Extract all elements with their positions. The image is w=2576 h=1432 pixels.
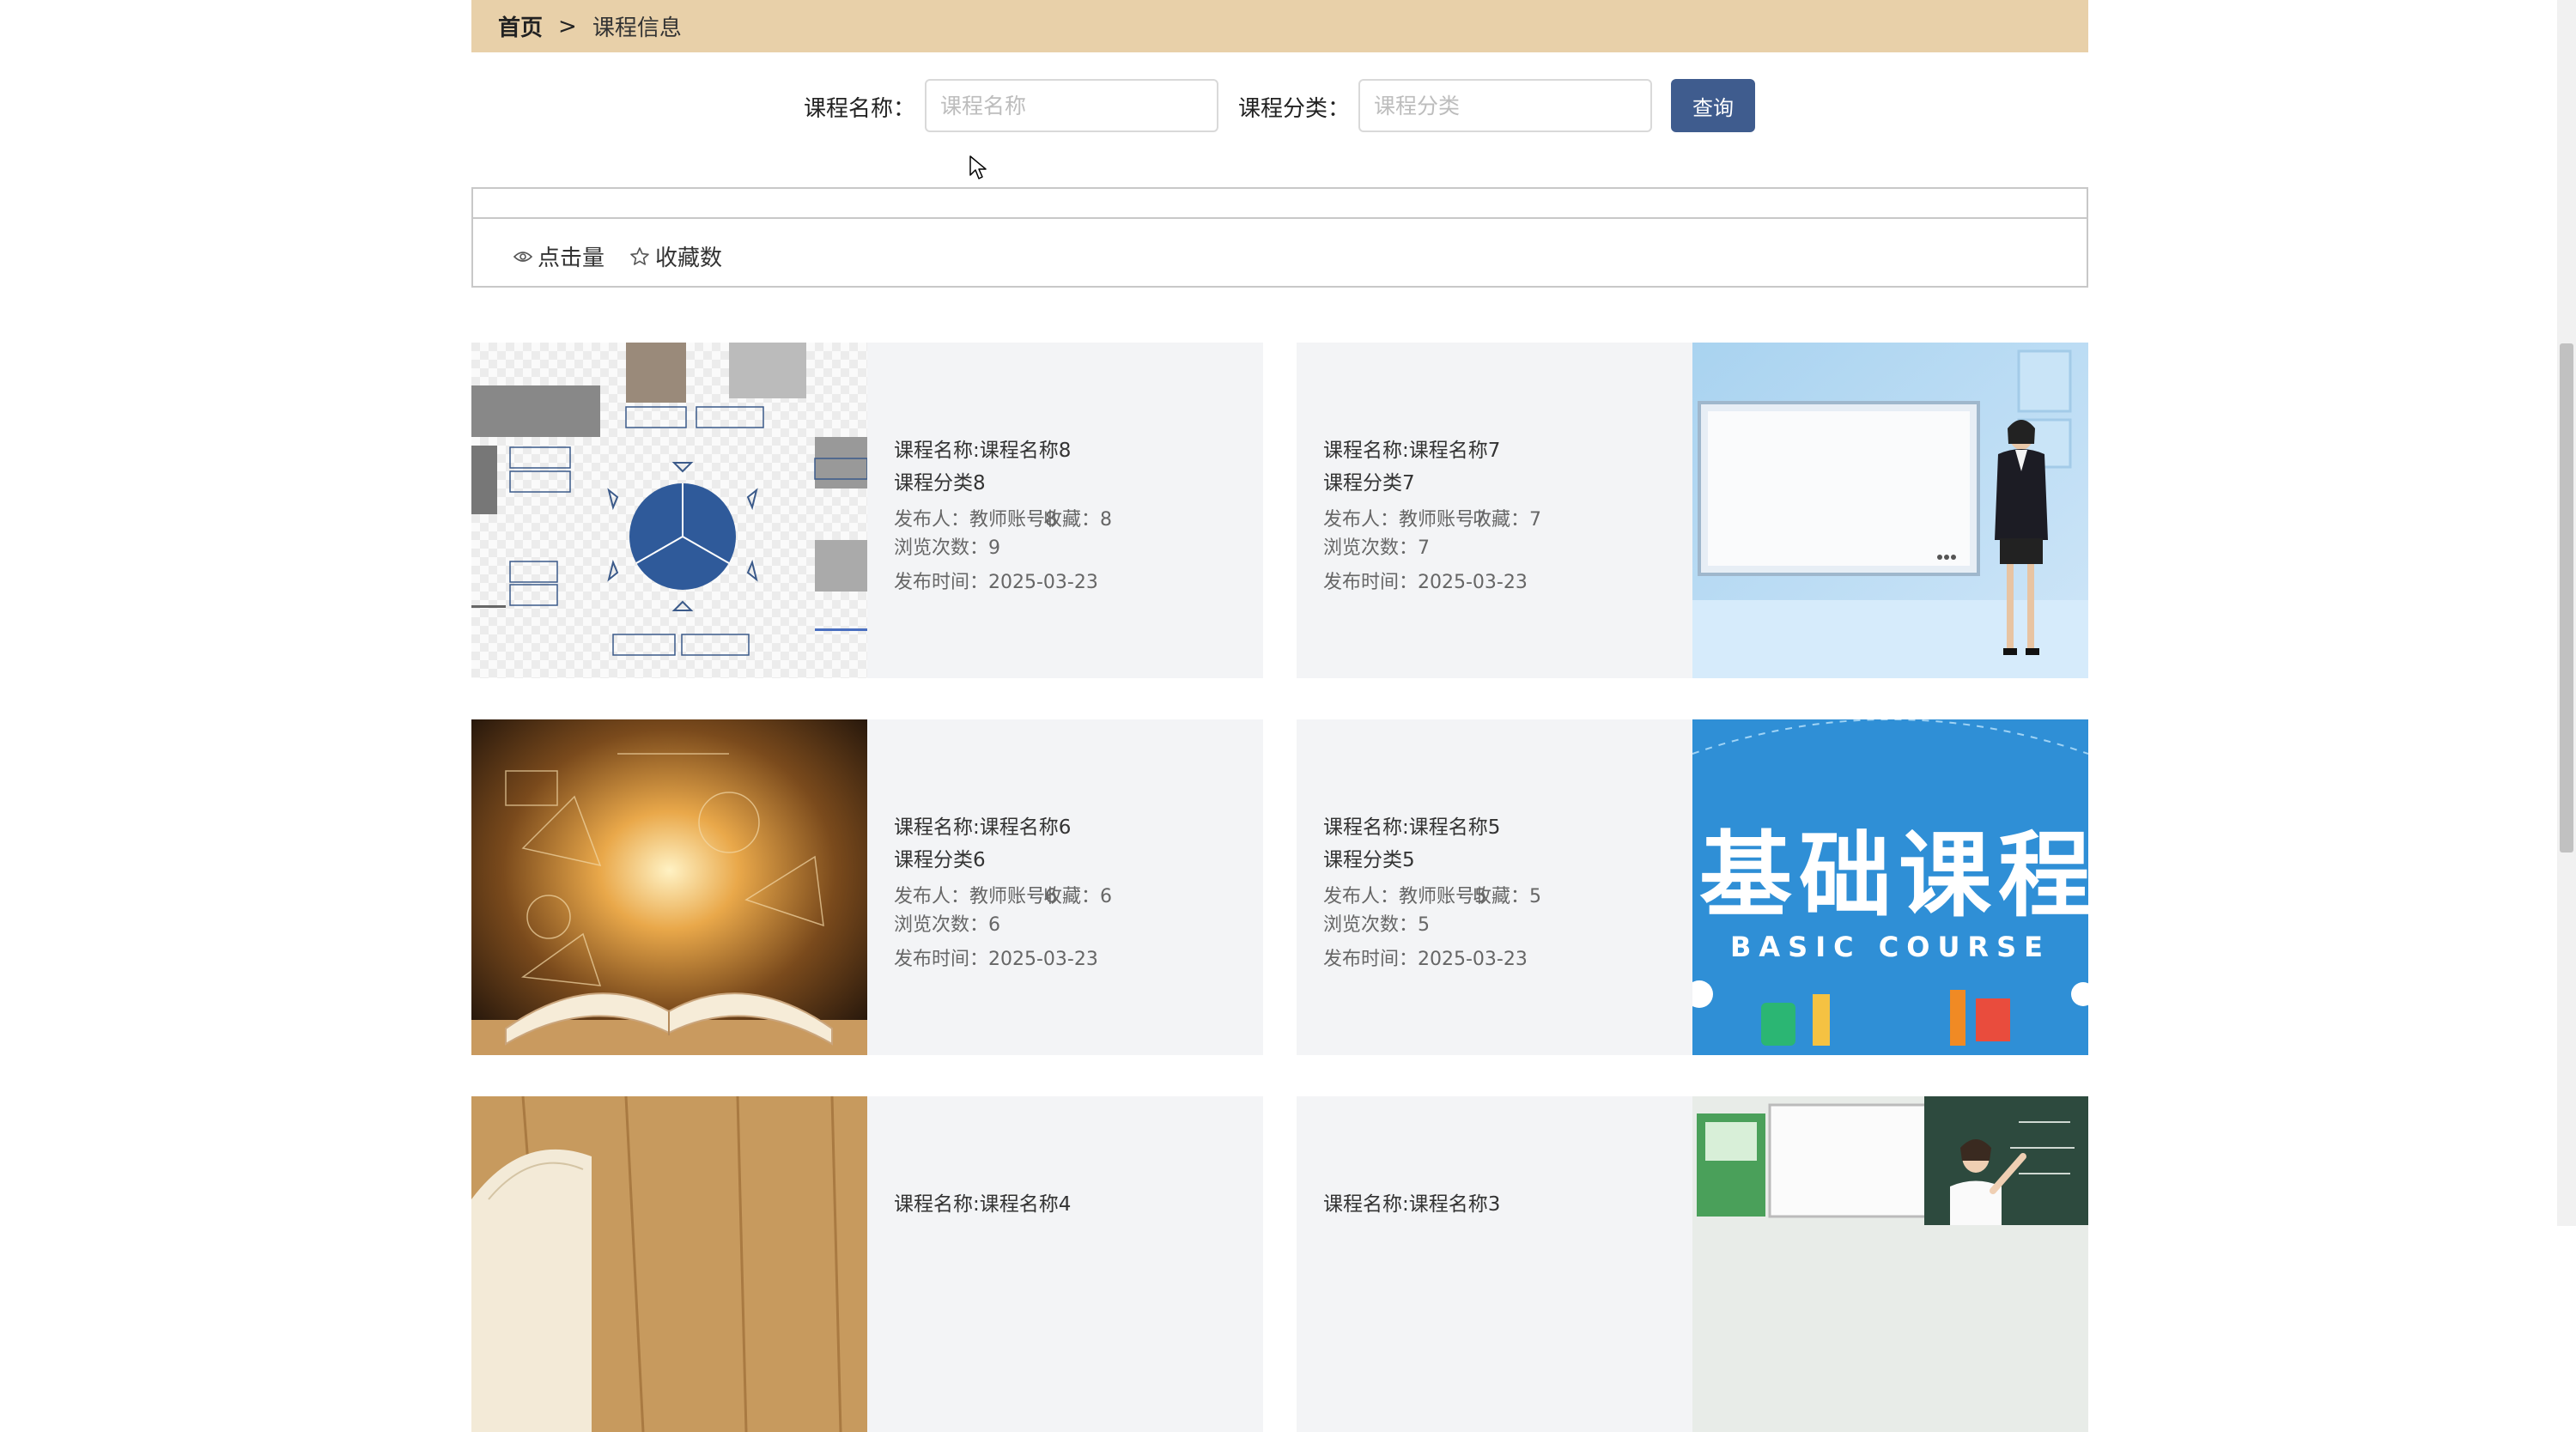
course-favorites: 收藏：5 bbox=[1473, 886, 1541, 907]
course-info: 课程名称:课程名称7 课程分类7 发布人：教师账号7 收藏：7 浏览次数：7 发… bbox=[1297, 343, 1692, 678]
course-info: 课程名称:课程名称5 课程分类5 发布人：教师账号5 收藏：5 浏览次数：5 发… bbox=[1297, 719, 1692, 1055]
course-publish-time: 发布时间：2025-03-23 bbox=[1323, 572, 1528, 593]
sort-bar-divider bbox=[473, 217, 2087, 219]
course-views: 浏览次数：9 bbox=[894, 537, 1000, 559]
course-name: 课程名称:课程名称7 bbox=[1323, 440, 1501, 462]
sort-by-favorites-label: 收藏数 bbox=[655, 246, 723, 271]
course-category: 课程分类7 bbox=[1323, 472, 1415, 495]
breadcrumb-separator: > bbox=[558, 13, 577, 39]
course-thumbnail bbox=[471, 1096, 867, 1432]
sort-by-clicks-label: 点击量 bbox=[538, 246, 605, 271]
course-thumbnail bbox=[471, 343, 867, 678]
course-card[interactable]: 课程名称:课程名称6 课程分类6 发布人：教师账号6 收藏：6 浏览次数：6 发… bbox=[471, 719, 1263, 1055]
banner-title-text: 基础课程 bbox=[1698, 822, 2088, 930]
course-category-label: 课程分类： bbox=[1238, 96, 1351, 122]
breadcrumb-home-link[interactable]: 首页 bbox=[498, 10, 543, 42]
course-publisher: 发布人：教师账号5 bbox=[1323, 886, 1486, 907]
breadcrumb: 首页 > 课程信息 bbox=[471, 0, 2088, 52]
course-category: 课程分类5 bbox=[1323, 849, 1415, 871]
course-category: 课程分类6 bbox=[894, 849, 986, 871]
sort-by-clicks[interactable]: 点击量 bbox=[513, 240, 605, 272]
course-info: 课程名称:课程名称6 课程分类6 发布人：教师账号6 收藏：6 浏览次数：6 发… bbox=[867, 719, 1263, 1055]
course-card[interactable]: 课程名称:课程名称7 课程分类7 发布人：教师账号7 收藏：7 浏览次数：7 发… bbox=[1297, 343, 2088, 678]
course-publish-time: 发布时间：2025-03-23 bbox=[894, 572, 1098, 593]
course-card[interactable]: 课程名称:课程名称5 课程分类5 发布人：教师账号5 收藏：5 浏览次数：5 发… bbox=[1297, 719, 2088, 1055]
course-thumbnail: 基础课程 BASIC COURSE bbox=[1692, 719, 2088, 1055]
scrollbar-thumb[interactable] bbox=[2560, 343, 2573, 853]
course-card[interactable]: 课程名称:课程名称4 bbox=[471, 1096, 1263, 1432]
course-category-input[interactable] bbox=[1358, 79, 1652, 132]
course-category: 课程分类8 bbox=[894, 472, 986, 495]
course-publish-time: 发布时间：2025-03-23 bbox=[1323, 949, 1528, 970]
eye-icon bbox=[513, 251, 532, 262]
course-publisher: 发布人：教师账号7 bbox=[1323, 509, 1486, 531]
course-favorites: 收藏：7 bbox=[1473, 509, 1541, 531]
course-info: 课程名称:课程名称3 bbox=[1297, 1096, 1692, 1432]
course-name: 课程名称:课程名称6 bbox=[894, 816, 1072, 839]
course-thumbnail bbox=[1692, 343, 2088, 678]
course-thumbnail bbox=[471, 719, 867, 1055]
course-card[interactable]: 课程名称:课程名称8 课程分类8 发布人：教师账号8 收藏：8 浏览次数：9 发… bbox=[471, 343, 1263, 678]
course-thumbnail bbox=[1692, 1096, 2088, 1432]
course-info: 课程名称:课程名称8 课程分类8 发布人：教师账号8 收藏：8 浏览次数：9 发… bbox=[867, 343, 1263, 678]
course-card[interactable]: 课程名称:课程名称3 bbox=[1297, 1096, 2088, 1432]
course-name: 课程名称:课程名称4 bbox=[894, 1193, 1072, 1216]
course-name-input[interactable] bbox=[925, 79, 1218, 132]
course-publisher: 发布人：教师账号6 bbox=[894, 886, 1057, 907]
course-views: 浏览次数：5 bbox=[1323, 914, 1430, 936]
search-bar: 课程名称： 课程分类： 查询 bbox=[471, 79, 2088, 132]
course-name: 课程名称:课程名称5 bbox=[1323, 816, 1501, 839]
course-name: 课程名称:课程名称8 bbox=[894, 440, 1072, 462]
course-info: 课程名称:课程名称4 bbox=[867, 1096, 1263, 1432]
course-publisher: 发布人：教师账号8 bbox=[894, 509, 1057, 531]
mouse-cursor-icon bbox=[969, 155, 987, 179]
course-favorites: 收藏：8 bbox=[1043, 509, 1112, 531]
course-name-label: 课程名称： bbox=[804, 96, 916, 122]
sort-by-favorites[interactable]: 收藏数 bbox=[629, 240, 722, 272]
course-views: 浏览次数：7 bbox=[1323, 537, 1430, 559]
course-favorites: 收藏：6 bbox=[1043, 886, 1112, 907]
star-icon bbox=[630, 246, 649, 265]
course-publish-time: 发布时间：2025-03-23 bbox=[894, 949, 1098, 970]
sort-bar: 点击量 收藏数 bbox=[471, 187, 2088, 288]
course-name: 课程名称:课程名称3 bbox=[1323, 1193, 1501, 1216]
course-views: 浏览次数：6 bbox=[894, 914, 1000, 936]
scrollbar-track[interactable] bbox=[2557, 0, 2576, 1226]
query-button[interactable]: 查询 bbox=[1671, 79, 1755, 132]
banner-subtitle-text: BASIC COURSE bbox=[1730, 931, 2050, 963]
breadcrumb-current: 课程信息 bbox=[592, 15, 682, 41]
